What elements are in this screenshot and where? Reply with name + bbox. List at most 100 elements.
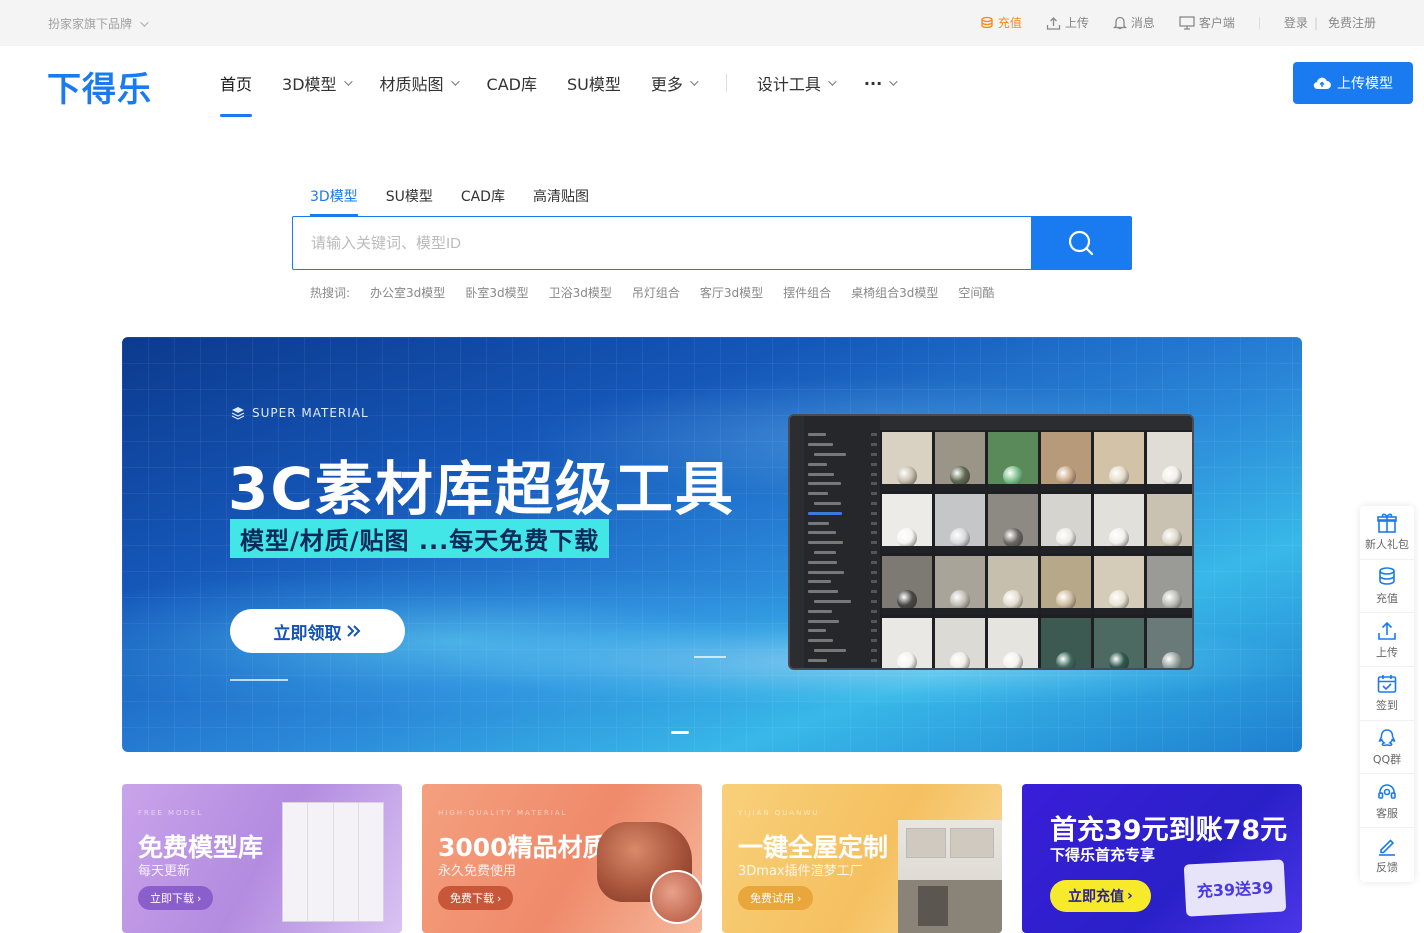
upload-model-button[interactable]: 上传模型 [1293, 62, 1413, 104]
messages-label: 消息 [1130, 16, 1155, 30]
preview-tree-row [808, 538, 877, 548]
card-button-label: 立即充值 [1068, 889, 1124, 905]
search-tab-cad[interactable]: CAD库 [461, 186, 505, 216]
carousel-dot[interactable] [671, 731, 689, 734]
nav-3d-models[interactable]: 3D模型 [282, 46, 353, 120]
upload-icon [1046, 16, 1061, 30]
pen-icon [1379, 839, 1395, 856]
preview-material-tile [935, 556, 985, 615]
sidebar-item-label: 客服 [1376, 806, 1398, 820]
card-button[interactable]: 免费试用 › [738, 886, 814, 910]
card-button[interactable]: 立即下载 › [138, 886, 214, 910]
hot-term[interactable]: 空间酷 [958, 284, 994, 301]
preview-tree-row [808, 597, 877, 607]
chevron-down-icon [828, 77, 837, 86]
card-title: 一键全屋定制 [738, 833, 889, 862]
card-button[interactable]: 免费下载 › [438, 886, 514, 910]
sidebar-item-qq-group[interactable]: QQ群 [1360, 721, 1414, 775]
preview-material-tile [1147, 618, 1192, 668]
nav-su-models[interactable]: SU模型 [567, 46, 621, 120]
sidebar-item-upload[interactable]: 上传 [1360, 613, 1414, 668]
preview-material-tile [1041, 494, 1091, 553]
search-tab-hd-textures[interactable]: 高清贴图 [533, 186, 589, 216]
preview-tree-row [808, 469, 877, 479]
nav-label: 首页 [220, 75, 253, 94]
nav-materials[interactable]: 材质贴图 [379, 46, 460, 120]
sidebar-item-feedback[interactable]: 反馈 [1360, 828, 1414, 882]
promo-card-materials[interactable]: HIGH-QUALITY MATERIAL 3000精品材质 永久免费使用 免费… [422, 784, 702, 933]
preview-tree-row [808, 499, 877, 509]
hot-term[interactable]: 办公室3d模型 [370, 284, 445, 301]
sidebar-item-customer-service[interactable]: 客服 [1360, 774, 1414, 829]
parent-brand-dropdown[interactable]: 扮家家旗下品牌 [48, 15, 149, 32]
sidebar-item-recharge[interactable]: 充值 [1360, 560, 1414, 614]
nav-overflow-menu[interactable]: ··· [864, 46, 898, 120]
preview-material-tile [1147, 556, 1192, 615]
search-tab-su-models[interactable]: SU模型 [386, 186, 433, 216]
card-title: 首充39元到账78元 [1050, 815, 1288, 846]
chevron-down-icon [450, 77, 460, 86]
promo-card-whole-house[interactable]: YIJIAN QUANWU 一键全屋定制 3Dmax插件渲梦工厂 免费试用 › [722, 784, 1002, 933]
upload-link[interactable]: 上传 [1046, 14, 1089, 31]
decor-line [694, 656, 726, 658]
client-link[interactable]: 客户端 [1179, 14, 1235, 31]
preview-tree-row [808, 450, 877, 460]
register-link[interactable]: 免费注册 [1328, 14, 1376, 31]
messages-link[interactable]: 消息 [1112, 14, 1155, 31]
floating-sidebar: 新人礼包 充值 上传 签到 QQ群 客服 反馈 [1360, 506, 1414, 882]
decor-line [230, 679, 288, 681]
upload-model-label: 上传模型 [1337, 76, 1393, 92]
hot-term[interactable]: 桌椅组合3d模型 [851, 284, 938, 301]
login-link[interactable]: 登录 [1284, 14, 1308, 31]
preview-material-tile [1147, 494, 1192, 553]
hot-term[interactable]: 卫浴3d模型 [549, 284, 612, 301]
sidebar-item-label: QQ群 [1372, 753, 1402, 767]
promo-card-first-recharge[interactable]: 首充39元到账78元 下得乐首充专享 立即充值 › 充39送39 [1022, 784, 1302, 933]
preview-material-tile [1041, 432, 1091, 491]
sidebar-item-label: 新人礼包 [1365, 538, 1409, 552]
promo-card-free-models[interactable]: FREE MODEL 免费模型库 每天更新 立即下载 › [122, 784, 402, 933]
preview-material-tile [935, 618, 985, 668]
brand-mark-text: SUPER MATERIAL [252, 406, 369, 420]
hot-term[interactable]: 卧室3d模型 [465, 284, 528, 301]
preview-tree-row [808, 587, 877, 597]
nav-more[interactable]: 更多 [651, 46, 699, 120]
preview-material-tile [935, 432, 985, 491]
hot-term[interactable]: 吊灯组合 [632, 284, 680, 301]
hot-term[interactable]: 摆件组合 [783, 284, 831, 301]
divider [1258, 16, 1260, 29]
sidebar-item-label: 签到 [1376, 699, 1398, 713]
chevron-right-icon: › [1127, 888, 1133, 904]
hot-term[interactable]: 客厅3d模型 [700, 284, 763, 301]
nav-label: SU模型 [567, 75, 621, 94]
nav-home[interactable]: 首页 [220, 46, 253, 120]
nav-design-tools[interactable]: 设计工具 [756, 46, 837, 120]
layers-icon [231, 407, 245, 420]
card-kicker: FREE MODEL [138, 809, 204, 817]
preview-topbar [880, 416, 1192, 430]
claim-now-button[interactable]: 立即领取 [230, 609, 405, 653]
nav-cad[interactable]: CAD库 [487, 46, 537, 120]
search-input[interactable] [293, 217, 1031, 269]
card-button-label: 免费下载 [450, 892, 494, 905]
chevron-down-icon [140, 17, 149, 27]
separator: | [1313, 15, 1318, 30]
preview-tree-row [808, 518, 877, 528]
preview-material-tile [935, 494, 985, 553]
search-button[interactable] [1031, 217, 1131, 269]
preview-material-tile [988, 556, 1038, 615]
site-logo[interactable]: 下得乐 [47, 62, 152, 111]
nav-label: 材质贴图 [379, 75, 444, 94]
recharge-link[interactable]: 充值 [980, 14, 1022, 31]
sidebar-item-newcomer-gift[interactable]: 新人礼包 [1360, 506, 1414, 560]
hero-banner[interactable]: SUPER MATERIAL 3C素材库超级工具 模型/材质/贴图 ...每天免… [122, 337, 1302, 752]
sidebar-item-checkin[interactable]: 签到 [1360, 667, 1414, 721]
search-tab-3d-models[interactable]: 3D模型 [310, 186, 358, 216]
preview-tree-row [808, 528, 877, 538]
preview-tree-row [808, 489, 877, 499]
recharge-now-button[interactable]: 立即充值 › [1050, 880, 1151, 912]
card-title: 免费模型库 [138, 833, 264, 862]
preview-material-tile [1041, 556, 1091, 615]
preview-category-tree [804, 416, 880, 668]
nav-label: 设计工具 [756, 75, 821, 94]
